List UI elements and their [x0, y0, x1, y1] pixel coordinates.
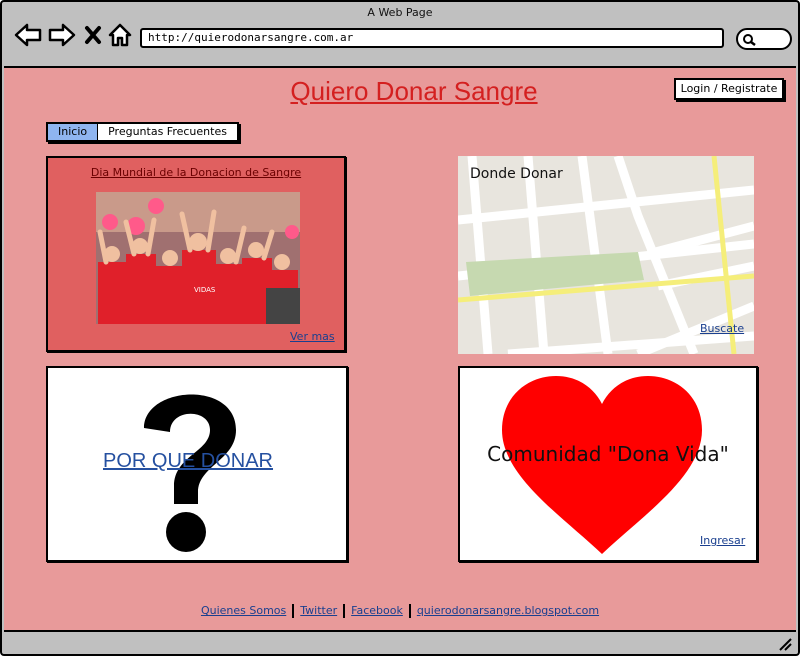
footer-link-blog[interactable]: quierodonarsangre.blogspot.com — [411, 604, 605, 617]
tab-inicio[interactable]: Inicio — [48, 124, 99, 140]
browser-search-box[interactable] — [736, 28, 792, 50]
footer-link-quienes-somos[interactable]: Quienes Somos — [195, 604, 292, 617]
back-arrow-icon[interactable] — [14, 22, 42, 48]
ver-mas-link[interactable]: Ver mas — [290, 330, 335, 343]
news-card: Dia Mundial de la Donacion de Sangre VID… — [46, 156, 346, 352]
site-title[interactable]: Quiero Donar Sangre — [244, 76, 584, 107]
news-photo: VIDAS — [96, 192, 300, 324]
map-card: Donde Donar Buscate — [458, 156, 754, 354]
map-title: Donde Donar — [470, 166, 563, 182]
status-bar — [2, 634, 798, 654]
window-title: A Web Page — [367, 6, 433, 19]
login-register-button[interactable]: Login / Registrate — [674, 78, 784, 100]
footer: Quienes Somos Twitter Facebook quierodonars… — [4, 604, 796, 618]
community-card: Comunidad "Dona Vida" Ingresar — [458, 366, 758, 562]
news-title-link[interactable]: Dia Mundial de la Donacion de Sangre — [48, 166, 344, 179]
footer-link-facebook[interactable]: Facebook — [345, 604, 409, 617]
resize-grip-icon[interactable] — [778, 637, 792, 651]
browser-window: A Web Page http://quierodonarsangre.com.… — [0, 0, 800, 656]
close-icon[interactable] — [84, 22, 102, 48]
por-que-donar-link[interactable]: POR QUE DONAR — [48, 450, 328, 473]
home-icon[interactable] — [108, 22, 132, 48]
buscate-link[interactable]: Buscate — [700, 322, 744, 335]
ingresar-link[interactable]: Ingresar — [700, 534, 745, 547]
community-title: Comunidad "Dona Vida" — [487, 442, 729, 466]
page-content: Quiero Donar Sangre Login / Registrate I… — [4, 66, 796, 632]
why-donate-card: POR QUE DONAR — [46, 366, 348, 562]
tab-bar: Inicio Preguntas Frecuentes — [46, 122, 239, 142]
svg-text:VIDAS: VIDAS — [194, 286, 216, 294]
forward-arrow-icon[interactable] — [48, 22, 76, 48]
address-bar[interactable]: http://quierodonarsangre.com.ar — [140, 28, 724, 48]
search-icon — [743, 34, 756, 46]
footer-link-twitter[interactable]: Twitter — [294, 604, 343, 617]
heart-icon — [502, 376, 702, 554]
tab-preguntas-frecuentes[interactable]: Preguntas Frecuentes — [98, 124, 237, 140]
